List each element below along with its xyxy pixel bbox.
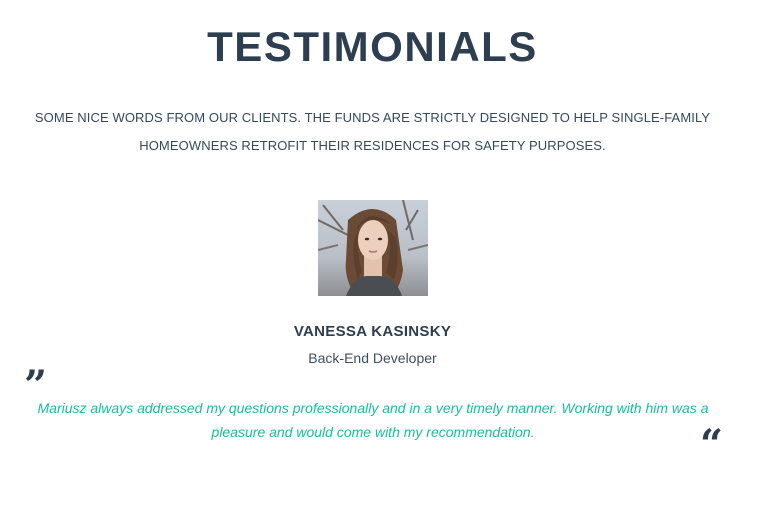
testimonial-author-name: VANESSA KASINSKY [293, 323, 452, 340]
section-subtitle: SOME NICE WORDS FROM OUR CLIENTS. THE FU… [34, 110, 711, 153]
section-title: TESTIMONIALS [207, 23, 538, 70]
testimonial-quote: Mariusz always addressed my questions pr… [37, 400, 709, 440]
testimonial-author-role: Back-End Developer [308, 350, 437, 366]
avatar-photo [318, 200, 428, 296]
avatar [318, 200, 428, 296]
quote-close-icon: “ [700, 421, 724, 468]
